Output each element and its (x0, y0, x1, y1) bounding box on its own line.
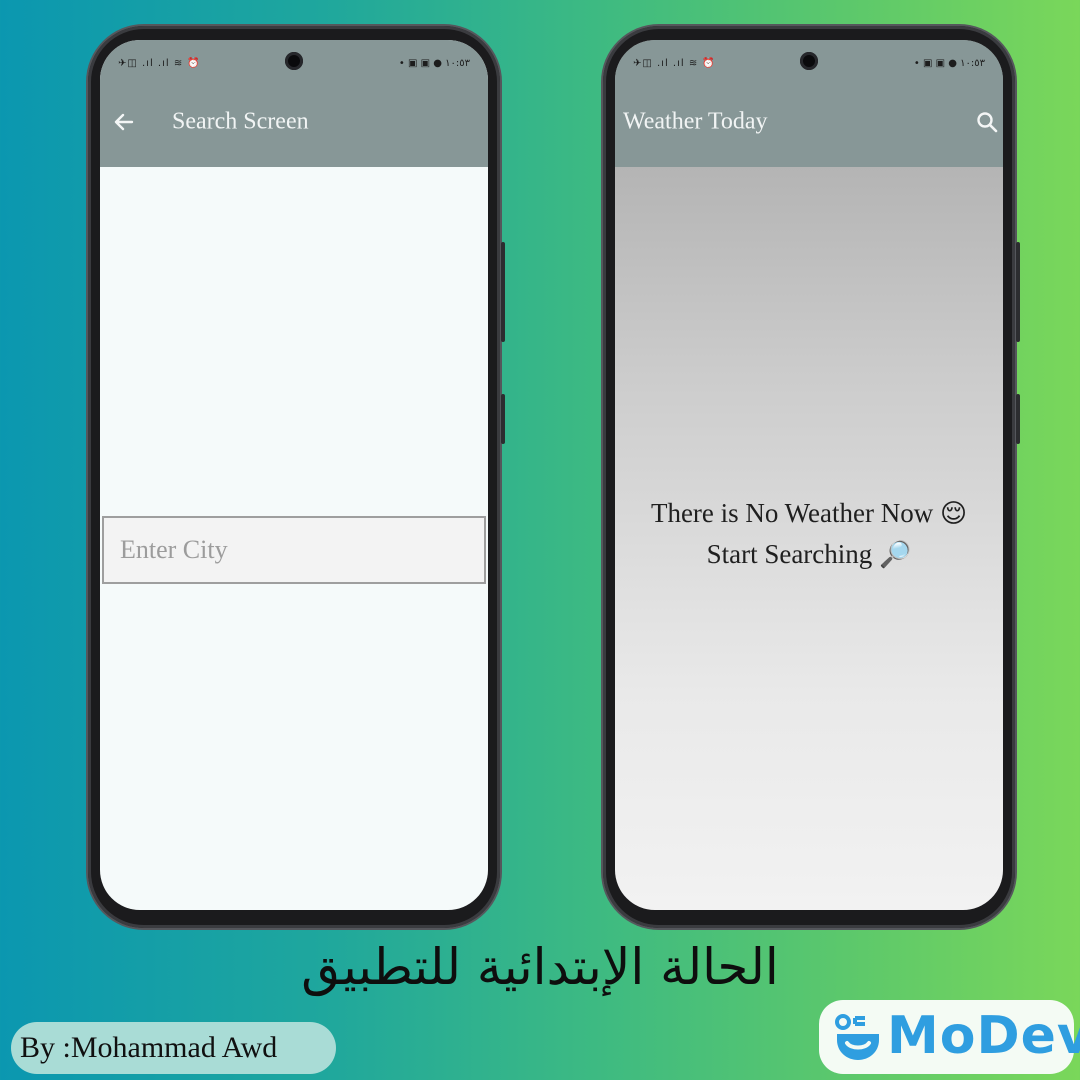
search-screen: ✈◫ .ıl .ıl ≋ ⏰ • ▣ ▣ ● ١٠:٥٣ Search Scre… (100, 40, 488, 910)
status-icons-right: • ▣ ▣ ● ١٠:٥٣ (398, 58, 470, 69)
empty-state-hint: Start Searching 🔎 (615, 539, 1003, 570)
volume-button (501, 242, 505, 342)
empty-state-line2: Start Searching (706, 539, 873, 569)
search-icon[interactable] (975, 110, 999, 134)
app-bar: ✈◫ .ıl .ıl ≋ ⏰ • ▣ ▣ ● ١٠:٥٣ Weather Tod… (615, 40, 1003, 167)
front-camera (800, 52, 818, 70)
weather-screen-phone: ✈◫ .ıl .ıl ≋ ⏰ • ▣ ▣ ● ١٠:٥٣ Weather Tod… (603, 26, 1020, 928)
volume-button (1016, 242, 1020, 342)
magnifier-icon: 🔎 (879, 540, 912, 570)
app-bar: ✈◫ .ıl .ıl ≋ ⏰ • ▣ ▣ ● ١٠:٥٣ Search Scre… (100, 40, 488, 167)
brand-logo-badge: MoDev (819, 1000, 1080, 1074)
empty-state-message: There is No Weather Now 😌 (615, 498, 1003, 529)
caption-title: الحالة الإبتدائية للتطبيق (301, 938, 779, 996)
search-screen-phone: ✈◫ .ıl .ıl ≋ ⏰ • ▣ ▣ ● ١٠:٥٣ Search Scre… (88, 26, 505, 928)
front-camera (285, 52, 303, 70)
brand-name: MoDev (887, 1006, 1080, 1066)
page-title: Weather Today (623, 108, 768, 135)
author-badge: By :Mohammad Awd (11, 1022, 336, 1074)
status-icons-left: ✈◫ .ıl .ıl ≋ ⏰ (633, 58, 716, 69)
status-icons-right: • ▣ ▣ ● ١٠:٥٣ (913, 58, 985, 69)
weather-screen: ✈◫ .ıl .ıl ≋ ⏰ • ▣ ▣ ● ١٠:٥٣ Weather Tod… (615, 40, 1003, 910)
back-arrow-icon[interactable] (112, 110, 136, 134)
empty-state-line1: There is No Weather Now (650, 498, 934, 528)
relieved-face-icon: 😌 (939, 499, 968, 529)
power-button (1016, 394, 1020, 444)
modev-logo-icon (835, 1014, 879, 1060)
page-title: Search Screen (172, 108, 309, 135)
city-search-input[interactable] (102, 516, 486, 584)
power-button (501, 394, 505, 444)
status-icons-left: ✈◫ .ıl .ıl ≋ ⏰ (118, 58, 201, 69)
